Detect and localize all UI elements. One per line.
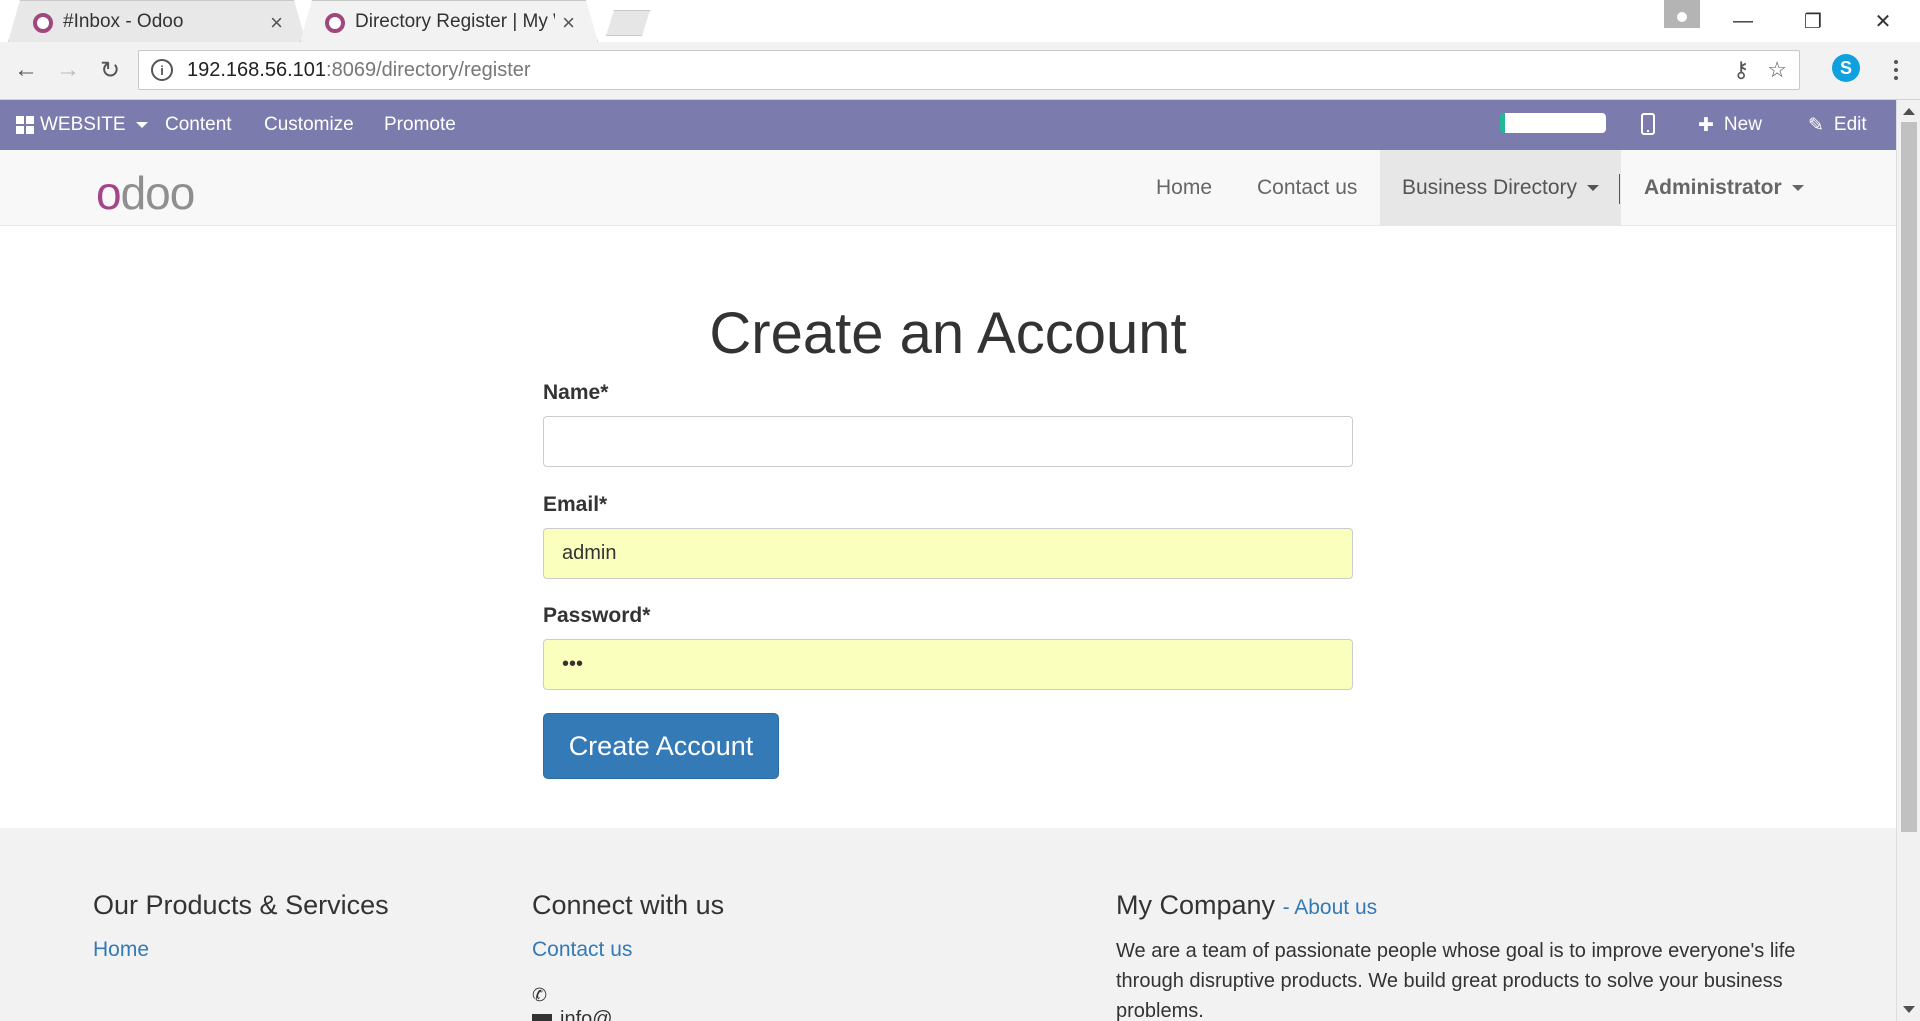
nav-business-directory[interactable]: Business Directory bbox=[1380, 150, 1622, 226]
content-menu[interactable]: Content bbox=[165, 100, 232, 150]
info-icon[interactable]: i bbox=[151, 59, 173, 81]
promote-menu[interactable]: Promote bbox=[384, 100, 456, 150]
url-path: :8069/directory/register bbox=[326, 58, 531, 81]
site-footer: Our Products & Services Home Connect wit… bbox=[0, 828, 1896, 1021]
url-text: 192.168.56.101:8069/directory/register bbox=[187, 59, 531, 82]
about-us-link[interactable]: - About us bbox=[1283, 896, 1378, 919]
scroll-up-icon[interactable] bbox=[1903, 108, 1915, 115]
nav-user-menu[interactable]: Administrator bbox=[1644, 150, 1804, 226]
tab-title: Directory Register | My W bbox=[355, 10, 555, 32]
minimize-button[interactable]: — bbox=[1720, 4, 1766, 38]
user-name: Administrator bbox=[1644, 176, 1782, 199]
reload-button[interactable]: ↻ bbox=[94, 54, 126, 86]
browser-menu-icon[interactable] bbox=[1886, 54, 1906, 86]
nav-business-directory-label: Business Directory bbox=[1402, 176, 1578, 199]
nav-divider bbox=[1619, 174, 1620, 204]
person-icon bbox=[1677, 12, 1687, 22]
phone-icon: ✆ bbox=[532, 985, 548, 1005]
site-header: odoo Home Contact us Business Directory … bbox=[0, 150, 1896, 226]
reload-icon: ↻ bbox=[99, 56, 121, 84]
footer-home-link[interactable]: Home bbox=[93, 938, 149, 962]
restore-icon: ❐ bbox=[1804, 10, 1822, 33]
envelope-icon bbox=[532, 1014, 552, 1021]
admin-search-input[interactable] bbox=[1500, 113, 1606, 133]
email-input[interactable]: admin bbox=[543, 528, 1353, 579]
back-button[interactable]: ← bbox=[10, 54, 42, 86]
website-menu-label: WEBSITE bbox=[40, 114, 126, 135]
browser-titlebar: #Inbox - Odoo × Directory Register | My … bbox=[0, 0, 1920, 42]
footer-products-title: Our Products & Services bbox=[93, 890, 389, 920]
nav-contact-us[interactable]: Contact us bbox=[1257, 150, 1357, 226]
plus-icon: ✚ bbox=[1698, 114, 1714, 136]
create-account-button[interactable]: Create Account bbox=[543, 713, 779, 779]
company-name: My Company bbox=[1116, 890, 1276, 920]
apps-grid-icon bbox=[16, 116, 34, 134]
footer-email[interactable]: info@... bbox=[560, 1008, 629, 1021]
mobile-preview-icon[interactable] bbox=[1641, 113, 1655, 135]
close-icon[interactable]: × bbox=[562, 10, 575, 36]
footer-connect-title: Connect with us bbox=[532, 890, 725, 920]
scrollbar-thumb[interactable] bbox=[1901, 122, 1917, 832]
key-icon[interactable]: ⚷ bbox=[1733, 57, 1749, 83]
caret-down-icon bbox=[1791, 185, 1804, 191]
profile-avatar[interactable] bbox=[1664, 0, 1700, 28]
tab-title: #Inbox - Odoo bbox=[63, 10, 184, 32]
odoo-favicon-icon bbox=[33, 13, 53, 33]
customize-menu[interactable]: Customize bbox=[264, 100, 354, 150]
restore-button[interactable]: ❐ bbox=[1790, 4, 1836, 38]
odoo-favicon-icon bbox=[325, 13, 345, 33]
scroll-down-icon[interactable] bbox=[1903, 1006, 1915, 1013]
password-input[interactable]: ••• bbox=[543, 639, 1353, 690]
pencil-icon: ✎ bbox=[1808, 114, 1824, 136]
caret-down-icon bbox=[135, 122, 148, 128]
caret-down-icon bbox=[1587, 185, 1600, 191]
page-title: Create an Account bbox=[709, 301, 1187, 366]
company-description: We are a team of passionate people whose… bbox=[1116, 940, 1796, 1021]
new-button[interactable]: ✚ New bbox=[1698, 100, 1762, 150]
new-label: New bbox=[1723, 114, 1762, 135]
website-menu[interactable]: WEBSITE bbox=[16, 100, 148, 150]
new-tab-button[interactable] bbox=[606, 10, 650, 36]
edit-label: Edit bbox=[1833, 114, 1867, 135]
page-scrollbar[interactable] bbox=[1896, 100, 1920, 1021]
url-bar[interactable]: i 192.168.56.101:8069/directory/register… bbox=[138, 50, 1800, 90]
footer-company-title: My Company - About us bbox=[1116, 890, 1377, 921]
window-close-button[interactable]: ✕ bbox=[1860, 4, 1906, 38]
odoo-logo[interactable]: odoo bbox=[96, 166, 195, 220]
window-close-icon: ✕ bbox=[1874, 10, 1892, 33]
password-label: Password* bbox=[543, 604, 651, 627]
forward-arrow-icon: → bbox=[56, 56, 80, 83]
close-icon[interactable]: × bbox=[270, 10, 283, 36]
tab-inbox[interactable]: #Inbox - Odoo × bbox=[8, 0, 306, 42]
url-host: 192.168.56.101 bbox=[187, 58, 327, 81]
footer-contact-link[interactable]: Contact us bbox=[532, 938, 632, 962]
bookmark-star-icon[interactable]: ☆ bbox=[1767, 57, 1787, 83]
name-input[interactable] bbox=[543, 416, 1353, 467]
tab-directory-register[interactable]: Directory Register | My W × bbox=[300, 0, 598, 42]
email-label: Email* bbox=[543, 493, 608, 516]
minimize-icon: — bbox=[1733, 9, 1753, 32]
edit-button[interactable]: ✎ Edit bbox=[1808, 100, 1867, 150]
name-label: Name* bbox=[543, 381, 609, 404]
omnibox-actions: ⚷ ☆ bbox=[1733, 57, 1787, 83]
back-arrow-icon: ← bbox=[14, 56, 38, 83]
odoo-admin-bar: WEBSITE Content Customize Promote ✚ New … bbox=[0, 100, 1896, 150]
forward-button[interactable]: → bbox=[52, 54, 84, 86]
browser-toolbar: ← → ↻ i 192.168.56.101:8069/directory/re… bbox=[0, 42, 1920, 100]
skype-extension-icon[interactable]: S bbox=[1832, 54, 1860, 82]
nav-home[interactable]: Home bbox=[1156, 150, 1212, 226]
